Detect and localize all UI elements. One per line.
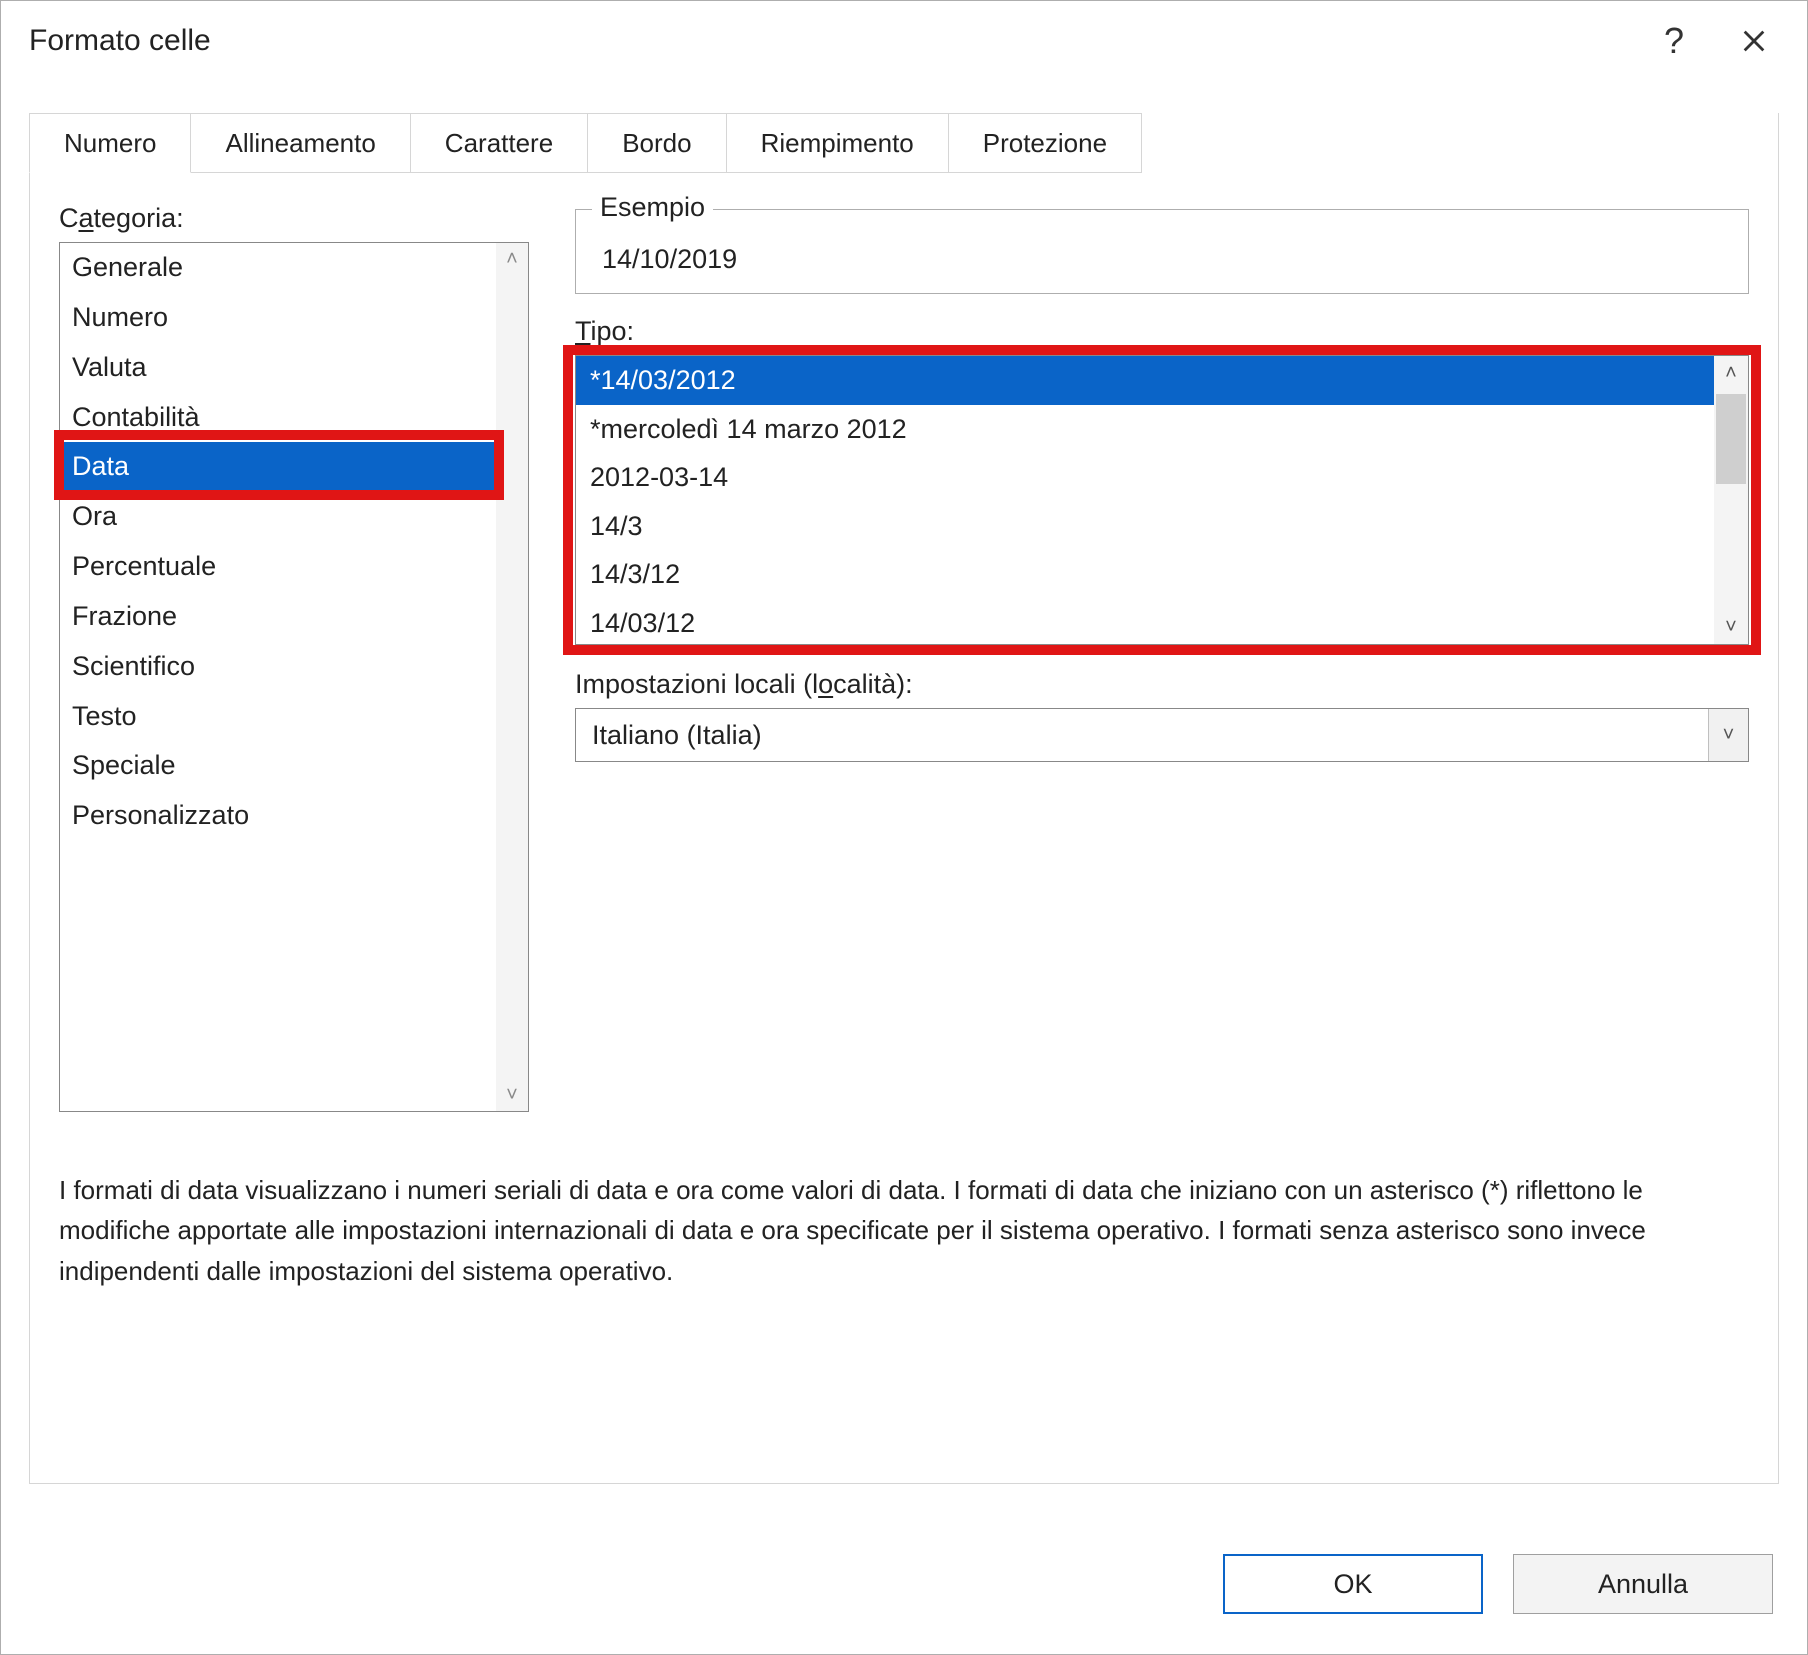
format-cells-dialog: Formato celle ? NumeroAllineamentoCaratt… bbox=[0, 0, 1808, 1655]
scroll-thumb[interactable] bbox=[1716, 394, 1746, 484]
category-item[interactable]: Frazione bbox=[60, 592, 496, 642]
scroll-down-icon[interactable]: ˅ bbox=[496, 1079, 528, 1111]
category-item[interactable]: Ora bbox=[60, 492, 496, 542]
scroll-down-icon[interactable]: ˅ bbox=[1714, 610, 1748, 644]
category-item[interactable]: Data bbox=[60, 442, 496, 492]
category-listbox[interactable]: GeneraleNumeroValutaContabilitàDataOraPe… bbox=[59, 242, 529, 1112]
right-column: Esempio 14/10/2019 Tipo: *14/03/2012*mer… bbox=[575, 203, 1749, 762]
cancel-button[interactable]: Annulla bbox=[1513, 1554, 1773, 1614]
locale-value: Italiano (Italia) bbox=[576, 709, 1708, 761]
type-item[interactable]: *mercoledì 14 marzo 2012 bbox=[576, 405, 1714, 454]
category-scrollbar[interactable]: ˄ ˅ bbox=[496, 243, 528, 1111]
dialog-footer: OK Annulla bbox=[1223, 1554, 1773, 1614]
category-label: Categoria: bbox=[59, 203, 529, 234]
columns: Categoria: GeneraleNumeroValutaContabili… bbox=[59, 203, 1749, 1112]
category-item[interactable]: Generale bbox=[60, 243, 496, 293]
example-legend: Esempio bbox=[592, 192, 713, 223]
type-item[interactable]: *14/03/2012 bbox=[576, 356, 1714, 405]
category-item[interactable]: Scientifico bbox=[60, 642, 496, 692]
titlebar: Formato celle ? bbox=[1, 1, 1807, 81]
category-item[interactable]: Testo bbox=[60, 692, 496, 742]
category-item[interactable]: Percentuale bbox=[60, 542, 496, 592]
type-item[interactable]: 14/3/12 bbox=[576, 550, 1714, 599]
locale-dropdown[interactable]: Italiano (Italia) ˅ bbox=[575, 708, 1749, 762]
tab-numero[interactable]: Numero bbox=[29, 113, 191, 173]
type-label: Tipo: bbox=[575, 316, 1749, 347]
example-fieldset: Esempio 14/10/2019 bbox=[575, 209, 1749, 294]
scroll-up-icon[interactable]: ˄ bbox=[496, 243, 528, 275]
type-item[interactable]: 2012-03-14 bbox=[576, 453, 1714, 502]
help-icon: ? bbox=[1664, 20, 1684, 62]
type-item[interactable]: 14/03/12 bbox=[576, 599, 1714, 645]
type-item[interactable]: 14/3 bbox=[576, 502, 1714, 551]
description-text: I formati di data visualizzano i numeri … bbox=[59, 1170, 1719, 1291]
dropdown-button[interactable]: ˅ bbox=[1708, 709, 1748, 761]
category-item[interactable]: Numero bbox=[60, 293, 496, 343]
type-scrollbar[interactable]: ˄ ˅ bbox=[1714, 356, 1748, 644]
category-item[interactable]: Speciale bbox=[60, 741, 496, 791]
category-item[interactable]: Personalizzato bbox=[60, 791, 496, 841]
example-value: 14/10/2019 bbox=[602, 244, 1722, 275]
close-icon bbox=[1740, 27, 1768, 55]
help-button[interactable]: ? bbox=[1639, 11, 1709, 71]
ok-button[interactable]: OK bbox=[1223, 1554, 1483, 1614]
chevron-down-icon: ˅ bbox=[1723, 724, 1735, 747]
category-item[interactable]: Contabilità bbox=[60, 393, 496, 443]
tab-numero-panel: Categoria: GeneraleNumeroValutaContabili… bbox=[29, 173, 1779, 1484]
type-listbox[interactable]: *14/03/2012*mercoledì 14 marzo 20122012-… bbox=[575, 355, 1749, 645]
close-button[interactable] bbox=[1719, 11, 1789, 71]
locale-label: Impostazioni locali (località): bbox=[575, 669, 1749, 700]
category-column: Categoria: GeneraleNumeroValutaContabili… bbox=[59, 203, 529, 1112]
category-item[interactable]: Valuta bbox=[60, 343, 496, 393]
type-area: *14/03/2012*mercoledì 14 marzo 20122012-… bbox=[575, 355, 1749, 645]
scroll-up-icon[interactable]: ˄ bbox=[1714, 356, 1748, 390]
dialog-title: Formato celle bbox=[29, 24, 1629, 58]
